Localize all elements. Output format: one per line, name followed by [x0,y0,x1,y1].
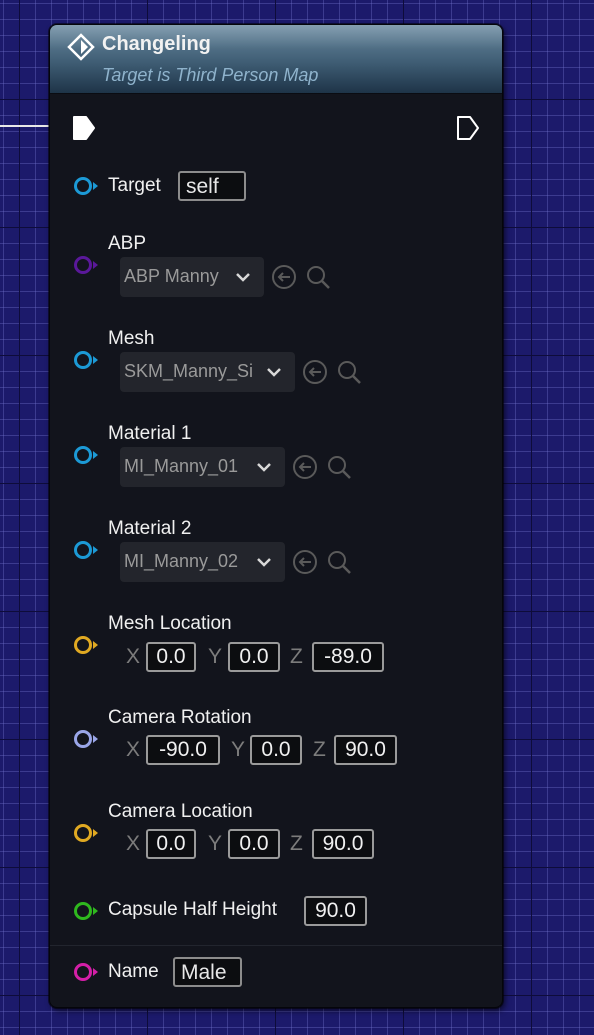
browse-asset-search-icon[interactable] [336,359,362,385]
camera-location-label: Camera Location [108,801,253,822]
y-axis-label: Y [208,832,223,855]
mesh-location-pin[interactable] [73,635,99,655]
mesh-pin[interactable] [73,350,99,370]
camera-rotation-y-input[interactable]: 0.0 [250,735,302,765]
material2-label: Material 2 [108,518,192,539]
abp-asset-value: ABP Manny [124,266,219,286]
capsule-half-height-input[interactable]: 90.0 [304,896,367,926]
camera-rotation-z-input[interactable]: 90.0 [334,735,397,765]
mesh-location-z-input[interactable]: -89.0 [312,642,384,672]
browse-asset-search-icon[interactable] [326,454,352,480]
camera-rotation-x-input[interactable]: -90.0 [146,735,220,765]
pin-divider [50,945,502,946]
mesh-location-x-input[interactable]: 0.0 [146,642,196,672]
use-selected-asset-icon[interactable] [292,549,318,575]
capsule-half-height-label: Capsule Half Height [108,899,277,920]
x-axis-label: X [126,738,141,761]
material2-pin[interactable] [73,540,99,560]
use-selected-asset-icon[interactable] [271,264,297,290]
mesh-label: Mesh [108,328,155,349]
camera-rotation-label: Camera Rotation [108,707,252,728]
chevron-down-icon [257,463,271,472]
camera-rotation-pin[interactable] [73,729,99,749]
material1-asset-dropdown[interactable]: MI_Manny_01 [120,447,285,487]
mesh-location-y-input[interactable]: 0.0 [228,642,280,672]
function-diamond-icon [67,33,95,61]
target-label: Target [108,175,161,196]
mesh-location-label: Mesh Location [108,613,232,634]
target-input[interactable]: self [178,171,246,201]
x-axis-label: X [126,832,141,855]
grid-line [531,0,532,1035]
material2-asset-dropdown[interactable]: MI_Manny_02 [120,542,285,582]
y-axis-label: Y [208,645,223,668]
camera-location-y-input[interactable]: 0.0 [228,829,280,859]
changeling-node[interactable]: Changeling Target is Third Person Map Ta… [49,24,503,1008]
node-title: Changeling [102,33,211,55]
node-header[interactable]: Changeling Target is Third Person Map [50,25,502,94]
z-axis-label: Z [290,645,303,668]
chevron-down-icon [267,368,281,377]
material1-label: Material 1 [108,423,192,444]
node-subtitle: Target is Third Person Map [102,65,319,85]
material2-asset-value: MI_Manny_02 [124,551,239,571]
abp-asset-dropdown[interactable]: ABP Manny [120,257,264,297]
z-axis-label: Z [313,738,326,761]
material1-pin[interactable] [73,445,99,465]
grid-line [19,0,20,1035]
name-input[interactable]: Male [173,957,242,987]
y-axis-label: Y [231,738,246,761]
material1-asset-value: MI_Manny_01 [124,456,239,476]
mesh-asset-value: SKM_Manny_Si [124,361,254,381]
abp-pin[interactable] [73,255,99,275]
capsule-half-height-pin[interactable] [73,901,99,921]
name-pin[interactable] [73,962,99,982]
browse-asset-search-icon[interactable] [326,549,352,575]
browse-asset-search-icon[interactable] [305,264,331,290]
camera-location-x-input[interactable]: 0.0 [146,829,196,859]
use-selected-asset-icon[interactable] [302,359,328,385]
chevron-down-icon [257,558,271,567]
camera-location-z-input[interactable]: 90.0 [312,829,374,859]
abp-label: ABP [108,233,147,254]
mesh-asset-dropdown[interactable]: SKM_Manny_Si [120,352,295,392]
x-axis-label: X [126,645,141,668]
use-selected-asset-icon[interactable] [292,454,318,480]
chevron-down-icon [236,273,250,282]
target-pin[interactable] [73,176,99,196]
name-label: Name [108,961,159,982]
camera-location-pin[interactable] [73,823,99,843]
exec-out-pin[interactable] [456,115,480,141]
z-axis-label: Z [290,832,303,855]
exec-in-pin[interactable] [72,115,96,141]
